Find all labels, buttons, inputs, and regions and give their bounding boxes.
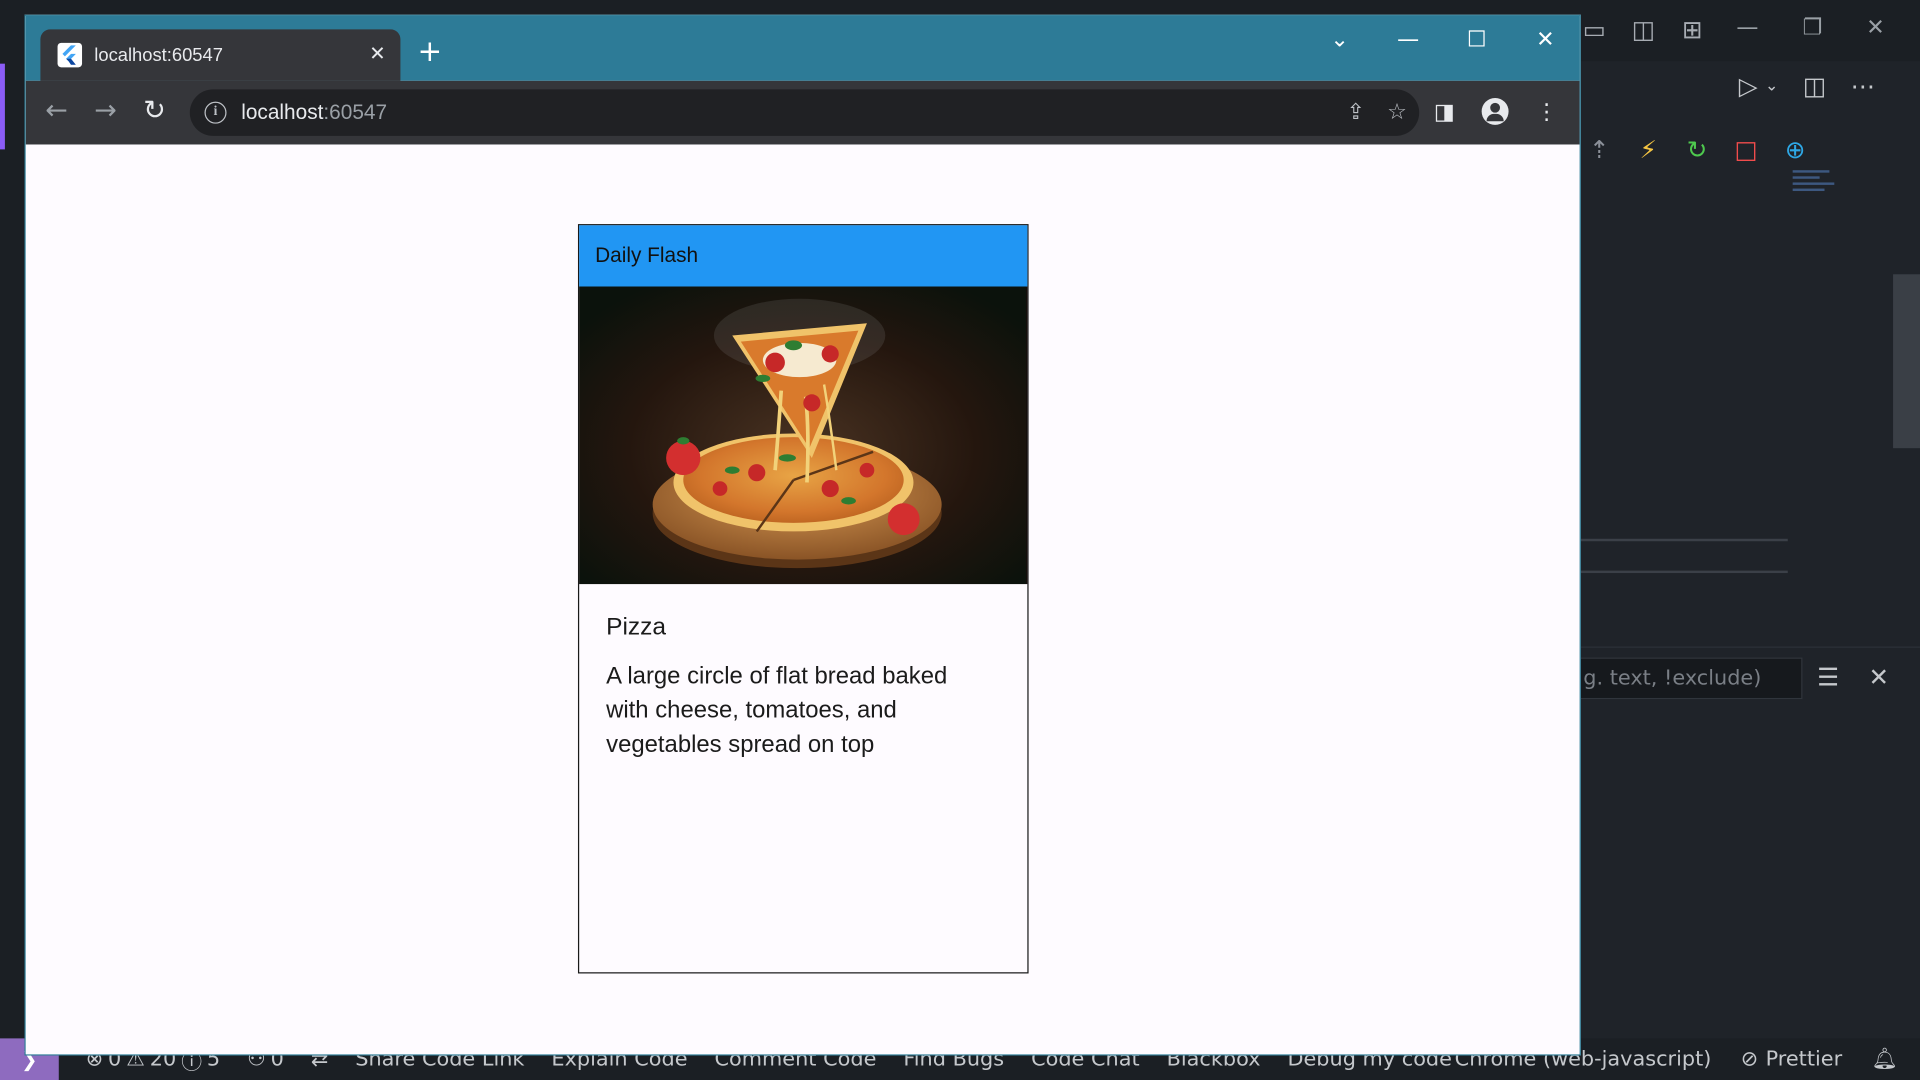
url-host: localhost [241, 100, 324, 124]
screen: ▭ ◫ ⊞ — ❐ ✕ ▷ ⌄ ◫ ⋯ ⇡ ⚡ ↻ □ ⊕ g. text, !… [0, 0, 1920, 1080]
window-controls: ⌄ — ☐ ✕ [1305, 28, 1579, 52]
omnibox-actions: ⇪ ☆ [1347, 99, 1407, 125]
close-panel-icon[interactable]: ✕ [1869, 662, 1890, 691]
divider [1579, 570, 1788, 574]
layout-controls: ▭ ◫ ⊞ [1580, 15, 1707, 44]
chevron-down-icon[interactable]: ⌄ [1765, 77, 1778, 95]
tab-title: localhost:60547 [94, 44, 223, 66]
run-icon[interactable]: ▷ [1739, 71, 1758, 100]
filter-input[interactable]: g. text, !exclude) [1579, 657, 1803, 700]
vscode-window-controls: — ❐ ✕ [1736, 15, 1884, 41]
editor-scrollbar[interactable] [1893, 274, 1920, 449]
devtools-search-icon[interactable]: ⊕ [1780, 135, 1809, 164]
minimap[interactable] [1792, 167, 1837, 211]
app-bar-title: Daily Flash [595, 243, 699, 267]
more-actions-icon[interactable]: ⋯ [1850, 71, 1874, 100]
editor-actions: ▷ ⌄ ◫ ⋯ [1739, 71, 1875, 100]
clear-console-icon[interactable]: ☰ [1817, 662, 1839, 691]
prettier-label: Prettier [1765, 1046, 1843, 1072]
close-window-icon[interactable]: ✕ [1511, 28, 1580, 52]
food-description: A large circle of flat bread baked with … [606, 662, 948, 758]
forward-arrow-icon[interactable]: → [94, 96, 117, 126]
customize-layout-icon[interactable]: ⊞ [1678, 15, 1707, 44]
toolbar-actions: ◨ ⋮ [1434, 97, 1558, 125]
hot-reload-icon[interactable]: ⚡ [1633, 135, 1662, 164]
side-panel-icon[interactable]: ◨ [1434, 99, 1455, 125]
minimize-icon[interactable]: — [1374, 28, 1443, 52]
site-info-icon[interactable]: i [204, 101, 227, 124]
vscode-minimize-icon[interactable]: — [1736, 15, 1758, 41]
back-arrow-icon[interactable]: ← [45, 96, 68, 126]
food-title: Pizza [606, 613, 667, 641]
tab-strip: localhost:60547 ✕ + ⌄ — ☐ ✕ [25, 15, 1580, 81]
toggle-panel-icon[interactable]: ▭ [1580, 15, 1609, 44]
address-bar[interactable]: i localhost:60547 ⇪ ☆ [189, 89, 1420, 136]
pizza-image [579, 286, 1028, 585]
page-viewport: Daily Flash Pizza A large circle of flat… [25, 144, 1580, 1055]
tab-search-icon[interactable]: ⌄ [1305, 28, 1374, 52]
toggle-secondary-sidebar-icon[interactable]: ◫ [1629, 15, 1658, 44]
editor-area [1579, 61, 1920, 1041]
browser-window: localhost:60547 ✕ + ⌄ — ☐ ✕ ← → ↻ i loca… [24, 14, 1581, 1056]
debug-toolbar: ⇡ ⚡ ↻ □ ⊕ [1580, 125, 1813, 174]
app-card: Daily Flash Pizza A large circle of flat… [577, 224, 1029, 974]
notifications-bell-icon[interactable]: 🔔︎ [1872, 1047, 1898, 1071]
activity-bar [0, 61, 26, 1041]
prettier-status[interactable]: ⊘ Prettier [1741, 1047, 1842, 1071]
reload-icon[interactable]: ↻ [143, 96, 166, 126]
filter-actions: ☰ ✕ [1817, 662, 1889, 691]
bookmark-star-icon[interactable]: ☆ [1387, 99, 1407, 125]
step-out-icon[interactable]: ⇡ [1585, 135, 1614, 164]
url-port: :60547 [323, 100, 388, 124]
maximize-icon[interactable]: ☐ [1442, 28, 1511, 52]
debug-console-filter: g. text, !exclude) ☰ ✕ [1579, 646, 1920, 708]
prettier-icon: ⊘ [1740, 1046, 1759, 1072]
flutter-favicon-icon [57, 42, 83, 68]
hot-restart-icon[interactable]: ↻ [1682, 135, 1711, 164]
split-editor-icon[interactable]: ◫ [1803, 71, 1826, 100]
share-icon[interactable]: ⇪ [1347, 99, 1365, 125]
vscode-restore-icon[interactable]: ❐ [1802, 15, 1822, 41]
chrome-menu-icon[interactable]: ⋮ [1536, 99, 1558, 125]
new-tab-button[interactable]: + [418, 37, 443, 66]
activity-bar-indicator [0, 63, 5, 150]
divider [1579, 538, 1788, 542]
app-bar: Daily Flash [579, 225, 1028, 287]
vscode-close-icon[interactable]: ✕ [1866, 15, 1884, 41]
browser-tab[interactable]: localhost:60547 ✕ [40, 29, 401, 81]
browser-toolbar: ← → ↻ i localhost:60547 ⇪ ☆ ◨ ⋮ [25, 80, 1580, 145]
profile-avatar-icon[interactable] [1481, 97, 1509, 125]
stop-icon[interactable]: □ [1731, 135, 1760, 164]
tab-close-icon[interactable]: ✕ [369, 42, 385, 65]
